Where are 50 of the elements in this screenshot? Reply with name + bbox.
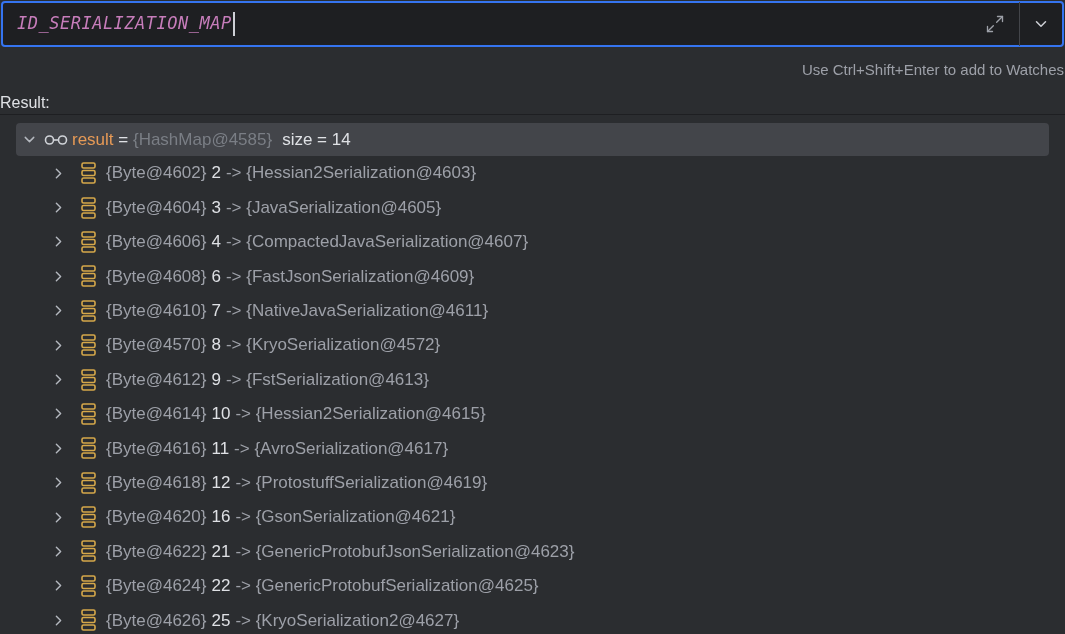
stack-icon [81,402,96,425]
result-label: Result: [0,94,50,111]
tree-row[interactable]: {Byte@4618} 12 -> {ProtostuffSerialization@4619} [0,465,1065,500]
tree-row[interactable]: {Byte@4606} 4 -> {CompactedJavaSerialization@4607} [0,224,1065,260]
tree-row[interactable]: {Byte@4570} 8 -> {KryoSerialization@4572} [0,327,1065,363]
entry-text: {Byte@4614} 10 -> {Hessian2Serialization@4615} [106,403,486,426]
entry-text: {Byte@4616} 11 -> {AvroSerialization@4617} [106,437,449,460]
tree-row[interactable]: {Byte@4620} 16 -> {GsonSerialization@4621} [0,499,1065,535]
tree-row[interactable]: {Byte@4612} 9 -> {FstSerialization@4613} [0,362,1065,397]
entry-text: {Byte@4604} 3 -> {JavaSerialization@4605} [106,196,442,219]
stack-icon [81,265,96,288]
expression-text: ID_SERIALIZATION_MAP [17,12,232,36]
stack-icon [81,506,96,529]
tree-row[interactable]: {Byte@4608} 6 -> {FastJsonSerialization@4609} [0,259,1065,294]
result-text: result = {HashMap@4585} size = 14 [72,128,351,151]
entry-text: {Byte@4570} 8 -> {KryoSerialization@4572} [106,334,441,357]
tree-row[interactable]: {Byte@4610} 7 -> {NativeJavaSerialization@4611} [0,293,1065,328]
entry-text: {Byte@4620} 16 -> {GsonSerialization@4621} [106,506,456,529]
tree-row[interactable]: {Byte@4624} 22 -> {GenericProtobufSerialization@4625} [0,568,1065,604]
entry-text: {Byte@4612} 9 -> {FstSerialization@4613} [106,368,429,391]
stack-icon [81,230,96,253]
stack-icon [81,196,96,219]
stack-icon [81,574,96,597]
stack-icon [81,299,96,322]
stack-icon [81,368,96,391]
tree-row[interactable]: {Byte@4604} 3 -> {JavaSerialization@4605} [0,190,1065,225]
entry-text: {Byte@4626} 25 -> {KryoSerialization2@4627} [106,609,460,632]
stack-icon [81,162,96,185]
tree-row[interactable]: {Byte@4614} 10 -> {Hessian2Serialization@4615} [0,396,1065,432]
entry-text: {Byte@4610} 7 -> {NativeJavaSerialization@4611} [106,300,489,322]
entry-text: {Byte@4624} 22 -> {GenericProtobufSerialization@4625} [106,575,539,598]
entry-text: {Byte@4622} 21 -> {GenericProtobufJsonSerialization@4623} [106,540,575,563]
expression-field[interactable]: ID_SERIALIZATION_MAP [1,1,1064,47]
tree-row[interactable]: result = {HashMap@4585} size = 14 [16,123,1049,156]
entry-text: {Byte@4602} 2 -> {Hessian2Serialization@4603} [106,162,477,185]
hint-text: Use Ctrl+Shift+Enter to add to Watches [801,60,1064,79]
glasses-icon [44,133,68,146]
stack-icon [81,609,96,632]
stack-icon [81,334,96,357]
entry-text: {Byte@4608} 6 -> {FastJsonSerialization@4609} [106,265,475,288]
tree-row[interactable]: {Byte@4622} 21 -> {GenericProtobufJsonSerialization@4623} [0,534,1065,569]
stack-icon [81,540,96,563]
expand-icon[interactable] [985,14,1005,34]
stack-icon [81,437,96,460]
entry-text: {Byte@4606} 4 -> {CompactedJavaSerialization@4607} [106,231,529,254]
tree-row[interactable]: {Byte@4626} 25 -> {KryoSerialization2@4627} [0,603,1065,634]
entry-text: {Byte@4618} 12 -> {ProtostuffSerialization@4619} [106,471,488,494]
stack-icon [81,471,96,494]
tree-row[interactable]: {Byte@4602} 2 -> {Hessian2Serialization@4603} [0,156,1065,191]
tree-row[interactable]: {Byte@4616} 11 -> {AvroSerialization@4617} [0,431,1065,466]
